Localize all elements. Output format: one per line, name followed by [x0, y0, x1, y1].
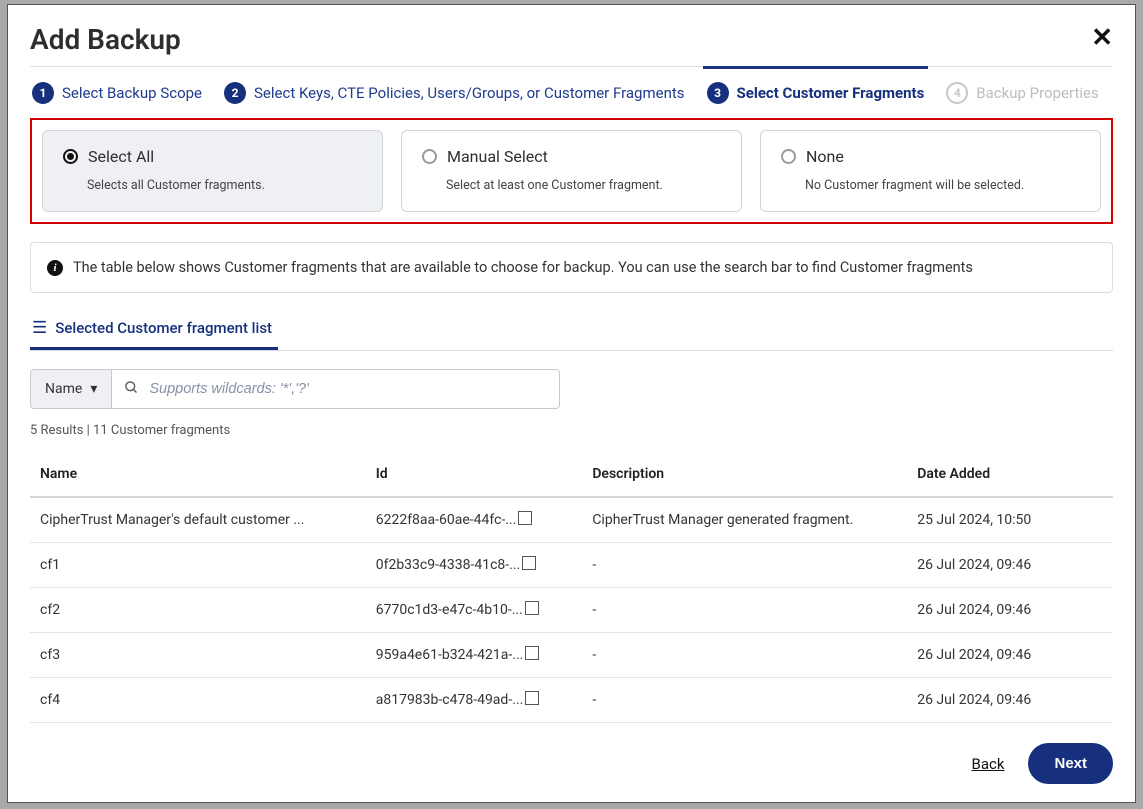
cell-name: CipherTrust Manager's default customer .…: [30, 497, 366, 543]
cell-date: 25 Jul 2024, 10:50: [907, 497, 1113, 543]
step-num-1: 1: [32, 82, 54, 104]
modal-header: Add Backup ✕: [30, 23, 1113, 66]
cell-name: cf2: [30, 588, 366, 633]
cell-date: 26 Jul 2024, 09:46: [907, 588, 1113, 633]
option-select-all-desc: Selects all Customer fragments.: [63, 178, 362, 193]
step-backup-properties: 4 Backup Properties: [946, 67, 1098, 118]
cell-desc: -: [582, 678, 907, 723]
radio-none[interactable]: [781, 149, 796, 164]
option-none[interactable]: None No Customer fragment will be select…: [760, 130, 1101, 212]
option-manual-title: Manual Select: [447, 147, 548, 166]
search-input-wrap: [111, 369, 560, 409]
close-icon[interactable]: ✕: [1091, 23, 1113, 53]
fragments-tabs: ☰ Selected Customer fragment list: [30, 311, 1113, 351]
option-manual-desc: Select at least one Customer fragment.: [422, 178, 721, 193]
table-row[interactable]: cf4 a817983b-c478-49ad-... - 26 Jul 2024…: [30, 678, 1113, 723]
search-icon: [124, 380, 139, 399]
step-select-backup-scope[interactable]: 1 Select Backup Scope: [32, 67, 202, 118]
step-wizard: 1 Select Backup Scope 2 Select Keys, CTE…: [30, 66, 1113, 118]
cell-name: cf4: [30, 678, 366, 723]
cell-desc: CipherTrust Manager generated fragment.: [582, 497, 907, 543]
tab-label: Selected Customer fragment list: [55, 319, 272, 337]
step-label-1: Select Backup Scope: [62, 84, 202, 102]
cell-desc: -: [582, 633, 907, 678]
search-filter-dropdown[interactable]: Name ▾: [30, 369, 111, 409]
copy-icon[interactable]: [527, 693, 539, 705]
info-icon: i: [47, 260, 63, 276]
option-select-all-title: Select All: [88, 147, 154, 166]
cell-name: cf1: [30, 543, 366, 588]
radio-select-all[interactable]: [63, 149, 78, 164]
col-description: Description: [582, 452, 907, 497]
add-backup-modal: Add Backup ✕ 1 Select Backup Scope 2 Sel…: [7, 4, 1136, 803]
modal-title: Add Backup: [30, 23, 1113, 56]
step-num-2: 2: [224, 82, 246, 104]
cell-id: 0f2b33c9-4338-41c8-...: [366, 543, 583, 588]
step-label-2: Select Keys, CTE Policies, Users/Groups,…: [254, 84, 685, 102]
search-input[interactable]: [149, 381, 547, 397]
col-date-added: Date Added: [907, 452, 1113, 497]
step-num-3: 3: [707, 82, 729, 104]
table-row[interactable]: cf3 959a4e61-b324-421a-... - 26 Jul 2024…: [30, 633, 1113, 678]
step-select-keys[interactable]: 2 Select Keys, CTE Policies, Users/Group…: [224, 67, 685, 118]
copy-icon[interactable]: [527, 603, 539, 615]
option-select-all[interactable]: Select All Selects all Customer fragment…: [42, 130, 383, 212]
next-button[interactable]: Next: [1028, 743, 1113, 784]
search-row: Name ▾: [30, 369, 560, 409]
selection-options: Select All Selects all Customer fragment…: [30, 118, 1113, 224]
search-filter-value: Name: [45, 381, 82, 397]
cell-id: 6222f8aa-60ae-44fc-...: [366, 497, 583, 543]
step-select-customer-fragments[interactable]: 3 Select Customer Fragments: [707, 67, 925, 118]
copy-icon[interactable]: [524, 558, 536, 570]
wizard-footer: Back Next: [972, 743, 1113, 784]
copy-icon[interactable]: [527, 648, 539, 660]
table-row[interactable]: CipherTrust Manager's default customer .…: [30, 497, 1113, 543]
fragments-table: Name Id Description Date Added CipherTru…: [30, 452, 1113, 723]
col-id: Id: [366, 452, 583, 497]
step-num-4: 4: [946, 82, 968, 104]
radio-manual-select[interactable]: [422, 149, 437, 164]
col-name: Name: [30, 452, 366, 497]
option-manual-select[interactable]: Manual Select Select at least one Custom…: [401, 130, 742, 212]
cell-date: 26 Jul 2024, 09:46: [907, 678, 1113, 723]
results-count: 5 Results | 11 Customer fragments: [30, 423, 1113, 438]
cell-id: 6770c1d3-e47c-4b10-...: [366, 588, 583, 633]
table-header-row: Name Id Description Date Added: [30, 452, 1113, 497]
cell-id: a817983b-c478-49ad-...: [366, 678, 583, 723]
chevron-down-icon: ▾: [90, 381, 97, 397]
option-none-title: None: [806, 147, 844, 166]
info-bar: i The table below shows Customer fragmen…: [30, 242, 1113, 293]
tab-selected-fragment-list[interactable]: ☰ Selected Customer fragment list: [30, 311, 278, 350]
step-label-4: Backup Properties: [976, 84, 1098, 102]
cell-date: 26 Jul 2024, 09:46: [907, 633, 1113, 678]
back-button[interactable]: Back: [972, 755, 1005, 773]
cell-id: 959a4e61-b324-421a-...: [366, 633, 583, 678]
cell-desc: -: [582, 543, 907, 588]
option-none-desc: No Customer fragment will be selected.: [781, 178, 1080, 193]
cell-name: cf3: [30, 633, 366, 678]
info-text: The table below shows Customer fragments…: [73, 259, 973, 276]
table-row[interactable]: cf1 0f2b33c9-4338-41c8-... - 26 Jul 2024…: [30, 543, 1113, 588]
cell-date: 26 Jul 2024, 09:46: [907, 543, 1113, 588]
list-icon: ☰: [32, 320, 47, 337]
step-label-3: Select Customer Fragments: [737, 84, 925, 102]
table-row[interactable]: cf2 6770c1d3-e47c-4b10-... - 26 Jul 2024…: [30, 588, 1113, 633]
copy-icon[interactable]: [520, 513, 532, 525]
cell-desc: -: [582, 588, 907, 633]
